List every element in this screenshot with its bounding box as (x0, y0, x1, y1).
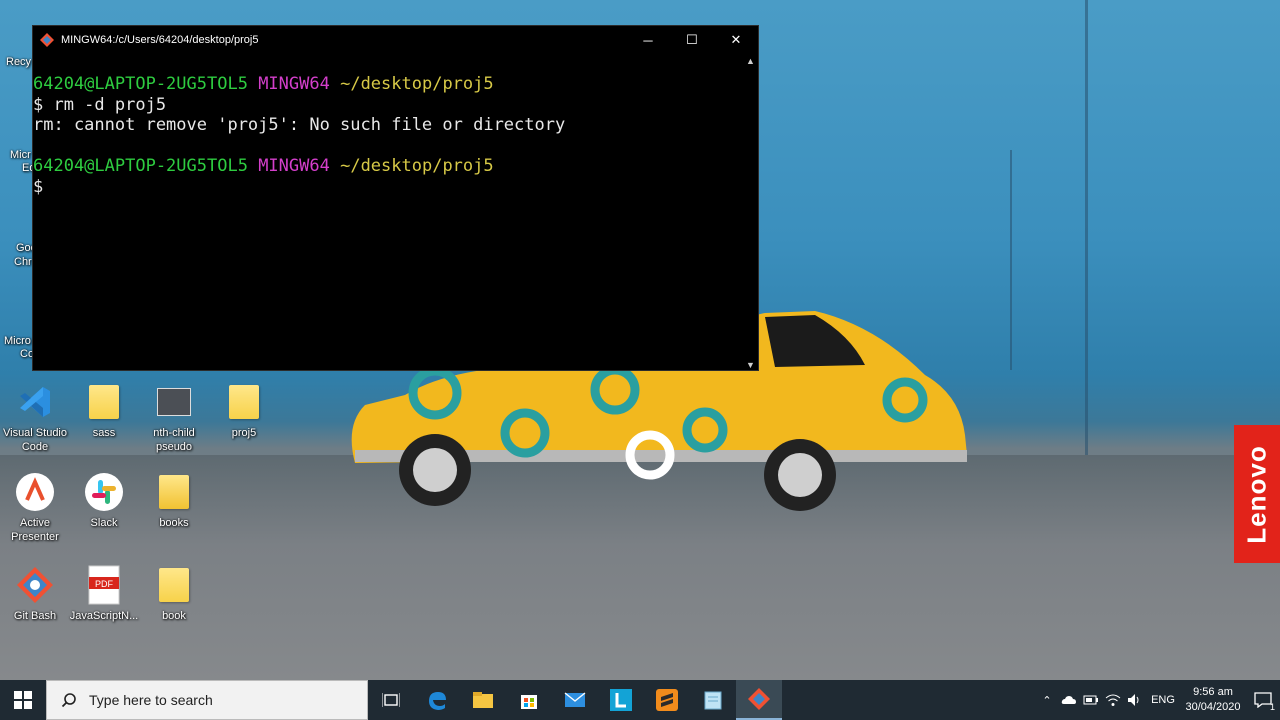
desktop-icon-slack[interactable]: Slack (68, 472, 140, 530)
prompt-path: ~/desktop/proj5 (340, 156, 494, 177)
chevron-up-icon: ⌃ (1042, 694, 1052, 707)
language-indicator[interactable]: ENG (1146, 680, 1180, 720)
scroll-down-icon[interactable]: ▼ (746, 360, 755, 370)
desktop-icon-active-presenter[interactable]: Active Presenter (0, 472, 71, 544)
terminal-titlebar[interactable]: MINGW64:/c/Users/64204/desktop/proj5 ─ ☐… (33, 26, 758, 54)
terminal-window[interactable]: MINGW64:/c/Users/64204/desktop/proj5 ─ ☐… (32, 25, 759, 371)
show-hidden-icons[interactable]: ⌃ (1036, 680, 1058, 720)
folder-icon (154, 472, 194, 512)
prompt-env: MINGW64 (258, 74, 330, 94)
notification-center-button[interactable]: 1 (1246, 680, 1280, 720)
battery-icon[interactable] (1080, 680, 1102, 720)
close-button[interactable]: ✕ (714, 26, 758, 54)
task-view-icon (382, 693, 400, 707)
sublime-icon (656, 689, 678, 711)
input-line[interactable]: $ (33, 177, 749, 198)
desktop-icon-book[interactable]: book (138, 565, 210, 623)
desktop-icon-label: book (162, 610, 186, 622)
folder-icon (84, 382, 124, 422)
desktop-icon-books[interactable]: books (138, 472, 210, 530)
search-placeholder: Type here to search (89, 692, 213, 708)
volume-icon[interactable] (1124, 680, 1146, 720)
wall-crack (1085, 0, 1088, 455)
folder-icon (154, 565, 194, 605)
l-app-icon (610, 689, 632, 711)
pdf-icon: PDF (84, 565, 124, 605)
onedrive-icon[interactable] (1058, 680, 1080, 720)
desktop-icon-proj5[interactable]: proj5 (208, 382, 280, 440)
office-label: Micro (4, 335, 31, 347)
edge-label: Micr (10, 149, 31, 161)
folder-icon (224, 382, 264, 422)
vscode-icon (15, 382, 55, 422)
terminal-console[interactable]: 64204@LAPTOP-2UG5TOL5 MINGW64 ~/desktop/… (33, 74, 749, 364)
git-bash-icon (748, 688, 770, 710)
desktop-icon-label: JavaScriptN... (69, 610, 139, 622)
desktop-icon-git-bash[interactable]: Git Bash (0, 565, 71, 623)
maximize-button[interactable]: ☐ (670, 26, 714, 54)
taskbar-notepad[interactable] (690, 680, 736, 720)
wall-crack (1010, 150, 1012, 370)
network-icon[interactable] (1102, 680, 1124, 720)
lenovo-logo: Lenovo (1234, 425, 1280, 563)
taskbar-clock[interactable]: 9:56 am 30/04/2020 (1180, 685, 1246, 715)
chrome-label-2: Chr (14, 256, 32, 268)
minimize-button[interactable]: ─ (626, 26, 670, 54)
taskbar-store[interactable] (506, 680, 552, 720)
command-line: $ rm -d proj5 (33, 94, 167, 115)
taskbar-mail[interactable] (552, 680, 598, 720)
clock-date: 30/04/2020 (1185, 701, 1241, 713)
edge-icon (429, 692, 446, 710)
taskbar-search-box[interactable]: Type here to search (46, 680, 368, 720)
task-view-button[interactable] (368, 680, 414, 720)
desktop-icon-nth-child[interactable]: nth-child pseudo (138, 382, 210, 454)
clock-time: 9:56 am (1193, 686, 1233, 698)
desktop-icon-label: books (159, 517, 189, 529)
desktop-icon-label: nth-child pseudo (153, 427, 195, 453)
git-bash-icon (15, 565, 55, 605)
store-icon (521, 695, 537, 709)
taskbar-git-bash[interactable] (736, 680, 782, 720)
desktop-icon-label: Active Presenter (11, 517, 59, 543)
desktop-icon-label: Git Bash (13, 610, 57, 622)
slack-icon (84, 472, 124, 512)
prompt-user: 64204@LAPTOP-2UG5TOL5 (33, 156, 248, 177)
taskbar-app-l[interactable] (598, 680, 644, 720)
start-button[interactable] (0, 680, 46, 720)
taskbar-edge[interactable] (414, 680, 460, 720)
terminal-scrollbar[interactable]: ▲ ▼ (744, 54, 758, 370)
notepad-icon (704, 691, 722, 710)
desktop-icon-javascript-pdf[interactable]: PDF JavaScriptN... (68, 565, 140, 623)
taskbar-file-explorer[interactable] (460, 680, 506, 720)
video-thumbnail-icon (154, 382, 194, 422)
scroll-up-icon[interactable]: ▲ (746, 56, 755, 66)
svg-text:PDF: PDF (95, 579, 114, 589)
mail-icon (564, 692, 586, 707)
prompt-user: 64204@LAPTOP-2UG5TOL5 (33, 74, 248, 94)
prompt-path: ~/desktop/proj5 (340, 74, 494, 94)
git-bash-app-icon (39, 32, 55, 48)
desktop-icon-label: proj5 (231, 427, 257, 439)
desktop-icon-sass[interactable]: sass (68, 382, 140, 440)
windows-icon (14, 691, 32, 709)
file-explorer-icon (473, 692, 493, 708)
taskbar-sublime[interactable] (644, 680, 690, 720)
desktop-icon-label: sass (92, 427, 116, 439)
output-line: rm: cannot remove 'proj5': No such file … (33, 115, 566, 136)
prompt-line: 64204@LAPTOP-2UG5TOL5 MINGW64 ~/desktop/… (33, 74, 749, 95)
terminal-title: MINGW64:/c/Users/64204/desktop/proj5 (61, 34, 259, 46)
desktop-icon-label: Slack (90, 517, 118, 529)
prompt-env: MINGW64 (258, 156, 330, 177)
active-presenter-icon (15, 472, 55, 512)
notification-count: 1 (1269, 702, 1275, 712)
taskbar: Type here to search ⌃ ENG 9:56 am 30/04/… (0, 680, 1280, 720)
prompt-line: 64204@LAPTOP-2UG5TOL5 MINGW64 ~/desktop/… (33, 156, 749, 177)
recycle-bin-label: Recy (6, 56, 32, 68)
desktop-icon-vscode[interactable]: Visual Studio Code (0, 382, 71, 454)
desktop-icon-label: Visual Studio Code (2, 427, 67, 453)
system-tray: ⌃ ENG 9:56 am 30/04/2020 1 (1036, 680, 1280, 720)
search-icon (61, 693, 76, 708)
